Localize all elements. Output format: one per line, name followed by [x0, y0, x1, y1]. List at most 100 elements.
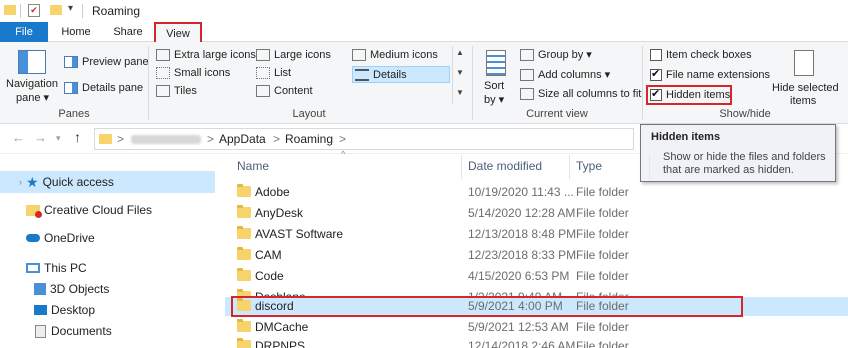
table-row[interactable]: Adobe 10/19/2020 11:43 ... File folder: [225, 183, 848, 202]
layout-group-label: Layout: [292, 108, 326, 120]
table-row[interactable]: AVAST Software 12/13/2018 8:48 PM File fol…: [225, 225, 848, 244]
list-icon: [256, 67, 270, 79]
sort-by-button[interactable]: Sort by ▾: [480, 48, 514, 108]
breadcrumb-roaming[interactable]: Roaming: [285, 132, 333, 146]
column-divider[interactable]: [461, 155, 462, 179]
item-check-boxes-toggle[interactable]: Item check boxes: [650, 49, 752, 61]
user-folder-crumb-blurred[interactable]: [131, 135, 201, 144]
tab-home[interactable]: Home: [52, 22, 100, 42]
hide-selected-items-button[interactable]: Hide selected items: [768, 46, 839, 107]
creative-cloud-folder-icon: [26, 204, 42, 218]
tab-view[interactable]: View: [154, 22, 202, 43]
file-name-extensions-toggle[interactable]: File name extensions: [650, 67, 770, 81]
layout-item-label: Content: [274, 85, 313, 97]
small-icons-icon: [156, 67, 170, 79]
medium-icons-icon: [352, 49, 366, 61]
content-icon: [256, 85, 270, 97]
layout-medium-icons[interactable]: Medium icons: [352, 49, 438, 61]
desktop-icon: [34, 305, 47, 315]
details-icon: [355, 68, 369, 81]
table-row[interactable]: CAM 12/23/2018 8:33 PM File folder: [225, 246, 848, 265]
table-row[interactable]: DRPNPS 12/14/2018 2:46 AM File folder: [225, 337, 848, 348]
quick-access-toolbar-separator: [20, 4, 21, 18]
file-date: 4/15/2020 6:53 PM: [468, 269, 570, 283]
table-row[interactable]: DMCache 5/9/2021 12:53 AM File folder: [225, 318, 848, 337]
file-name-extensions-label: File name extensions: [666, 69, 770, 81]
file-type: File folder: [576, 269, 629, 283]
layout-details[interactable]: Details: [352, 66, 450, 83]
scroll-down-icon[interactable]: ▼: [456, 68, 464, 77]
breadcrumb-separator: >: [117, 132, 125, 146]
file-type: File folder: [576, 206, 629, 220]
table-row[interactable]: AnyDesk 5/14/2020 12:28 AM File folder: [225, 204, 848, 223]
customize-toolbar-icon[interactable]: ▾: [68, 3, 73, 14]
back-arrow-icon[interactable]: ←: [12, 130, 25, 145]
tab-file[interactable]: File: [0, 22, 48, 42]
nav-item-label: This PC: [44, 261, 87, 275]
column-divider[interactable]: [569, 155, 570, 179]
table-row[interactable]: Code 4/15/2020 6:53 PM File folder: [225, 267, 848, 286]
forward-arrow-icon[interactable]: →: [34, 130, 47, 145]
nav-item-label: 3D Objects: [50, 282, 110, 296]
nav-item-onedrive[interactable]: OneDrive: [0, 227, 215, 249]
layout-gallery-scroll[interactable]: ▲ ▼ ▼: [452, 46, 466, 104]
navigation-pane: › ★ Quick access Creative Cloud Files On…: [0, 155, 215, 348]
details-pane-button[interactable]: Details pane: [64, 82, 143, 94]
file-type: File folder: [576, 320, 629, 334]
layout-small-icons[interactable]: Small icons: [156, 67, 230, 79]
size-all-columns-button[interactable]: Size all columns to fit: [520, 88, 641, 100]
scroll-up-icon[interactable]: ▲: [456, 48, 464, 57]
layout-item-label: Extra large icons: [174, 49, 256, 61]
ribbon: Navigation pane ▾ Preview pane Details p…: [0, 42, 848, 124]
nav-item-documents[interactable]: Documents: [0, 320, 215, 342]
file-name: Code: [255, 269, 284, 283]
documents-icon: [35, 324, 46, 338]
tooltip-title: Hidden items: [651, 131, 721, 143]
column-header-type[interactable]: Type: [576, 159, 602, 173]
file-date: 12/13/2018 8:48 PM: [468, 227, 577, 241]
file-name: DRPNPS: [255, 339, 306, 348]
file-type: File folder: [576, 339, 629, 348]
column-header-name[interactable]: Name: [237, 159, 269, 173]
file-date: 5/9/2021 12:53 AM: [468, 320, 569, 334]
nav-item-label: Desktop: [51, 303, 96, 317]
hide-selected-items-label: Hide selected: [772, 82, 839, 94]
layout-item-label: Small icons: [174, 67, 231, 79]
file-name-extensions-checkbox[interactable]: [650, 67, 662, 81]
add-columns-button[interactable]: Add columns ▾: [520, 68, 610, 81]
address-path[interactable]: > > AppData > Roaming >: [94, 128, 634, 150]
nav-item-3d-objects[interactable]: 3D Objects: [0, 278, 215, 300]
recent-locations-icon[interactable]: ▾: [56, 133, 61, 144]
properties-icon[interactable]: ✔: [28, 4, 40, 17]
nav-item-quick-access[interactable]: › ★ Quick access: [0, 171, 215, 193]
more-icon[interactable]: ▼: [456, 88, 464, 97]
column-header-date-modified[interactable]: Date modified: [468, 159, 542, 173]
file-date: 5/14/2020 12:28 AM: [468, 206, 576, 220]
breadcrumb-appdata[interactable]: AppData: [219, 132, 266, 146]
tab-share[interactable]: Share: [104, 22, 152, 42]
layout-item-label: Medium icons: [370, 49, 438, 61]
sort-by-sub: by ▾: [484, 94, 505, 106]
layout-large-icons[interactable]: Large icons: [256, 49, 331, 61]
details-pane-icon: [64, 82, 78, 94]
nav-item-this-pc[interactable]: This PC: [0, 257, 215, 279]
sort-ascending-icon: ^: [341, 149, 346, 159]
layout-extra-large-icons[interactable]: Extra large icons: [156, 49, 256, 61]
layout-tiles[interactable]: Tiles: [156, 85, 197, 97]
group-by-button[interactable]: Group by ▾: [520, 48, 592, 61]
layout-content[interactable]: Content: [256, 85, 313, 97]
up-arrow-icon[interactable]: ↑: [74, 129, 81, 145]
nav-item-label: Quick access: [42, 175, 114, 189]
navigation-pane-button[interactable]: Navigation pane ▾: [4, 48, 60, 108]
nav-item-desktop[interactable]: Desktop: [0, 299, 215, 321]
item-check-boxes-checkbox[interactable]: [650, 49, 662, 61]
breadcrumb-separator: >: [273, 132, 281, 146]
title-separator: [82, 4, 83, 18]
sort-by-icon: [486, 50, 506, 76]
layout-list[interactable]: List: [256, 67, 291, 79]
new-folder-icon[interactable]: [50, 5, 62, 15]
nav-item-creative-cloud[interactable]: Creative Cloud Files: [0, 199, 215, 221]
column-divider[interactable]: [649, 155, 650, 179]
group-by-label: Group by ▾: [538, 49, 592, 61]
preview-pane-button[interactable]: Preview pane: [64, 56, 149, 68]
